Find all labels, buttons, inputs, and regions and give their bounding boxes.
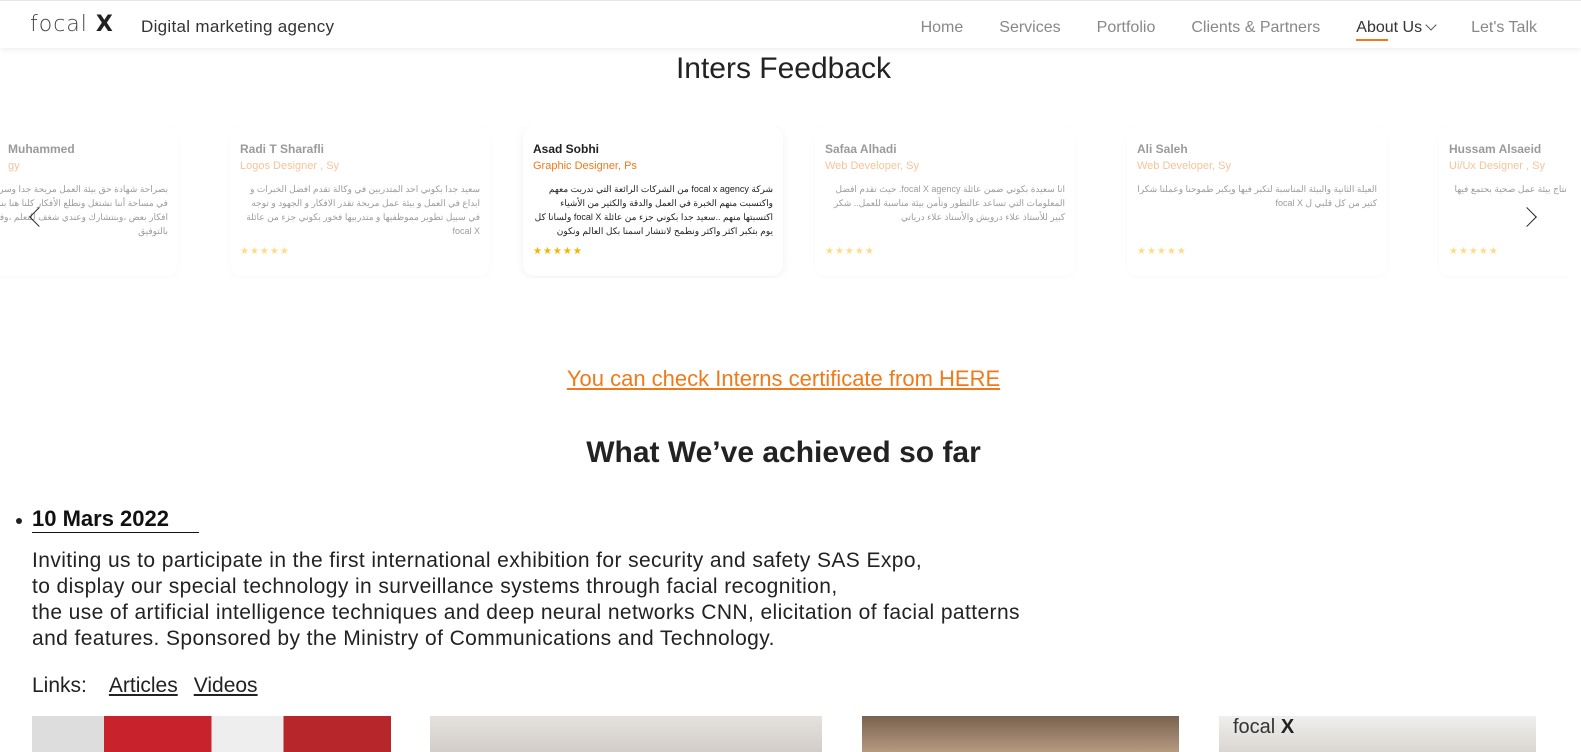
achievement-date: 10 Mars 2022	[32, 506, 199, 533]
card-role: gy	[8, 160, 20, 172]
rating-stars: ★★★★★	[1449, 246, 1499, 257]
feedback-card: Safaa Alhadi Web Developer, Sy انا سعيدة…	[815, 126, 1075, 276]
feedback-card: Radi T Sharafli Logos Designer , Sy سعيد…	[230, 126, 490, 276]
focalx-logo[interactable]: focal X	[30, 12, 114, 37]
feedback-card-active: Asad Sobhi Graphic Designer, Ps شركة foc…	[523, 126, 783, 276]
achievement-photo[interactable]: focal X	[1219, 716, 1536, 752]
site-header: focal X Digital marketing agency Home Se…	[0, 0, 1581, 48]
description-line: the use of artificial intelligence techn…	[32, 601, 1020, 624]
description-line: to display our special technology in sur…	[32, 575, 838, 598]
card-role: Web Developer, Sy	[1137, 160, 1231, 172]
card-name: Hussam Alsaeid	[1449, 142, 1542, 156]
card-text: انا سعيدة بكوني ضمن عائلة focal X agency…	[833, 184, 1065, 222]
card-role: Graphic Designer, Ps	[533, 160, 637, 172]
articles-link[interactable]: Articles	[109, 674, 178, 697]
videos-link[interactable]: Videos	[194, 674, 258, 697]
card-role: Logos Designer , Sy	[240, 160, 340, 172]
nav-services[interactable]: Services	[999, 19, 1060, 37]
achievement-photo[interactable]	[32, 716, 391, 752]
card-name: Ali Saleh	[1137, 142, 1188, 156]
main-nav: Home Services Portfolio Clients & Partne…	[885, 19, 1537, 41]
feedback-card: Ali Saleh Web Developer, Sy العيلة الثان…	[1127, 126, 1387, 276]
card-text: العيلة الثانية والبيئة المناسبة لتكبر في…	[1137, 184, 1377, 208]
card-name: Safaa Alhadi	[825, 142, 897, 156]
rating-stars: ★★★★★	[1137, 246, 1187, 257]
feedback-title: Inters Feedback	[675, 52, 892, 85]
card-role: Ui/Ux Designer , Sy	[1449, 160, 1545, 172]
rating-stars: ★★★★★	[0, 246, 168, 257]
description-line: and features. Sponsored by the Ministry …	[32, 627, 775, 650]
nav-portfolio[interactable]: Portfolio	[1097, 19, 1156, 37]
card-text: بصراحة شهادة حق بيئة العمل مريحة جدا وسر…	[0, 184, 168, 236]
achievement-photo[interactable]	[430, 716, 822, 752]
nav-lets-talk[interactable]: Let's Talk	[1471, 19, 1537, 37]
chevron-down-icon	[1425, 19, 1437, 31]
achievement-links: Links: Articles Videos	[32, 674, 258, 698]
card-name: Radi T Sharafli	[240, 142, 325, 156]
card-name: Asad Sobhi	[533, 142, 600, 156]
links-label: Links:	[32, 674, 87, 697]
rating-stars: ★★★★★	[240, 246, 290, 257]
description-line: Inviting us to participate in the first …	[32, 549, 923, 572]
photo-logo-watermark: focal X	[1233, 716, 1295, 738]
card-text: سعيد جدا بكوني احد المتدربين في وكالة تق…	[246, 184, 480, 236]
tagline: Digital marketing agency	[141, 17, 335, 36]
nav-home[interactable]: Home	[921, 19, 964, 37]
feedback-carousel: Muhammed gy بصراحة شهادة حق بيئة العمل م…	[0, 126, 1567, 278]
rating-stars: ★★★★★	[825, 246, 875, 257]
card-role: Web Developer, Sy	[825, 160, 919, 172]
nav-about-us-label: About Us	[1356, 19, 1423, 36]
feedback-card: Hussam Alsaeid Ui/Ux Designer , Sy المها…	[1439, 126, 1567, 276]
achievements-title: What We’ve achieved so far	[586, 436, 981, 469]
nav-about-us[interactable]: About Us	[1356, 19, 1437, 41]
achievement-description: Inviting us to participate in the first …	[32, 548, 1020, 652]
feedback-card: Muhammed gy بصراحة شهادة حق بيئة العمل م…	[0, 126, 178, 276]
card-name: Muhammed	[8, 142, 75, 156]
achievement-photo[interactable]	[862, 716, 1179, 752]
rating-stars: ★★★★★	[533, 246, 583, 257]
nav-clients-partners[interactable]: Clients & Partners	[1191, 19, 1320, 37]
card-text: المهارة والتعود على ضغط العمل نتاج بيئة …	[1454, 184, 1567, 194]
card-text: شركة focal x agency من الشركات الرائعة ا…	[534, 184, 773, 236]
bullet-icon	[16, 518, 22, 524]
interns-certificate-link[interactable]: You can check Interns certificate from H…	[0, 366, 1567, 392]
